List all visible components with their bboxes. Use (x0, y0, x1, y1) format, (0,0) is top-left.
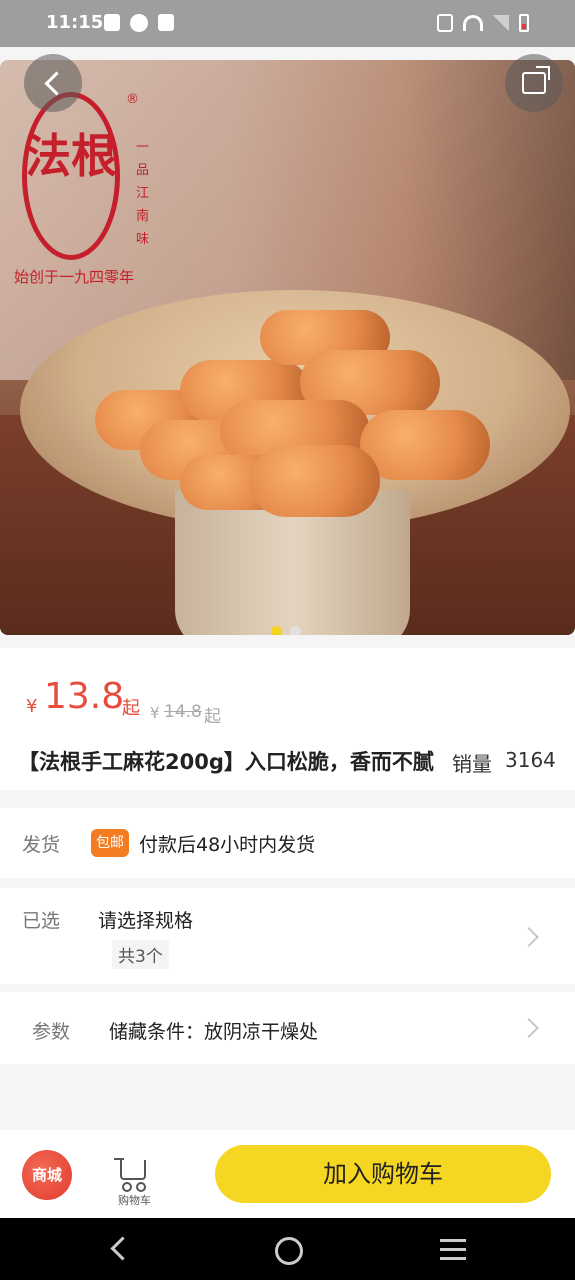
snack (250, 445, 380, 517)
cart-wheel (136, 1182, 146, 1192)
spec-text: 请选择规格 (98, 910, 194, 932)
bottom-action-bar: 商城 购物车 加入购物车 (0, 1130, 575, 1218)
product-title: 【法根手工麻花200g】入口松脆，香而不腻 (18, 750, 434, 774)
shipping-text: 付款后48小时内发货 (139, 834, 316, 856)
price-card: ¥ 13.8 起 ¥ 14.8 起 【法根手工麻花200g】入口松脆，香而不腻 … (0, 648, 575, 790)
vibrate-icon (437, 14, 453, 32)
snack (360, 410, 490, 480)
shipping-label: 发货 (22, 834, 61, 856)
brand-logo: ® 法根 一品江南味 始创于一九四零年 (14, 80, 164, 300)
spec-count: 共3个 (112, 940, 169, 969)
status-time: 11:15 (46, 12, 104, 33)
price-value: 13.8 (44, 676, 125, 717)
add-to-cart-button[interactable]: 加入购物车 (215, 1145, 551, 1203)
signal-icon (493, 15, 509, 31)
system-nav-bar (0, 1218, 575, 1280)
free-shipping-badge: 包邮 (91, 829, 129, 857)
timer-icon (130, 14, 148, 32)
cart-icon (114, 1158, 146, 1180)
cart-label: 购物车 (118, 1194, 151, 1207)
price-currency: ¥ (26, 696, 38, 717)
sales-value: 3164 (505, 748, 556, 772)
sales-label: 销量 (452, 752, 492, 776)
params-label: 参数 (32, 1021, 71, 1043)
original-price-currency: ¥ (150, 704, 160, 722)
shipping-row: 发货 包邮 付款后48小时内发货 (0, 808, 575, 878)
chevron-right-icon (519, 1018, 539, 1038)
mall-button[interactable]: 商城 (22, 1150, 72, 1200)
share-button[interactable] (505, 54, 563, 112)
product-image-carousel[interactable]: ® 法根 一品江南味 始创于一九四零年 (0, 60, 575, 635)
carousel-dots (271, 626, 301, 635)
status-bar: 11:15 (0, 0, 575, 47)
share-icon (522, 72, 546, 94)
mail-icon (158, 14, 174, 31)
cart-wheel (122, 1182, 132, 1192)
chevron-right-icon (519, 927, 539, 947)
back-button[interactable] (24, 54, 82, 112)
original-price-suffix: 起 (204, 707, 221, 727)
chevron-left-icon (43, 70, 69, 96)
status-icons-right (437, 14, 529, 32)
carousel-dot-active[interactable] (271, 626, 282, 635)
params-text: 储藏条件：放阴凉干燥处 (109, 1021, 319, 1043)
params-row[interactable]: 参数 储藏条件：放阴凉干燥处 (0, 992, 575, 1064)
nav-back-icon[interactable] (110, 1236, 135, 1261)
registered-mark: ® (126, 92, 139, 107)
status-icons-left (104, 14, 174, 32)
cart-button[interactable]: 购物车 (110, 1156, 162, 1208)
logo-tagline: 始创于一九四零年 (14, 268, 135, 286)
nav-home-icon[interactable] (275, 1237, 303, 1265)
wifi-icon (463, 15, 483, 31)
logo-text: 法根 (25, 129, 117, 183)
spec-label: 已选 (22, 910, 61, 932)
logo-side-text: 一品江南味 (136, 140, 150, 247)
battery-icon (519, 14, 529, 32)
original-price: 14.8 (164, 702, 202, 722)
carousel-dot[interactable] (290, 626, 301, 635)
alert-icon (104, 14, 120, 31)
spec-row[interactable]: 已选 请选择规格 共3个 (0, 888, 575, 984)
price-suffix: 起 (122, 698, 140, 719)
nav-menu-icon[interactable] (440, 1239, 466, 1266)
